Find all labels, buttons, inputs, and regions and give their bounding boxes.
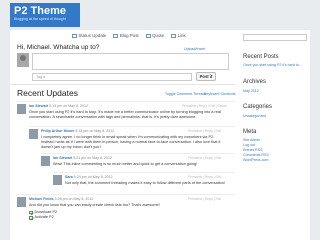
comment-author[interactable]: Ian Stewart xyxy=(53,156,72,160)
tab-label: Quote xyxy=(152,33,165,38)
tab-status-update[interactable]: Status Update xyxy=(72,33,106,38)
tag-input[interactable]: Tag it xyxy=(32,73,192,81)
post-time[interactable]: 5:28 pm on May 8, 2012 xyxy=(55,197,94,201)
comment-time[interactable]: 5:24 pm on May 8, 2012 xyxy=(74,175,113,179)
post-author[interactable]: Michael Fields xyxy=(29,197,54,201)
recent-posts-heading: Recent Posts xyxy=(243,54,279,60)
archives-heading: Archives xyxy=(243,79,267,85)
checklist-item-label: Activate P2 xyxy=(34,215,54,220)
post-textarea[interactable] xyxy=(32,53,229,70)
meta-link-comments-rss[interactable]: Comments RSS xyxy=(243,153,269,157)
tab-label: Blog Post xyxy=(119,33,139,38)
category-link[interactable]: Uncategorized xyxy=(243,114,266,118)
keyboard-shortcuts-link[interactable]: Keyboard Shortcuts xyxy=(204,92,236,96)
link-icon xyxy=(171,33,177,38)
tab-quote[interactable]: Quote xyxy=(145,33,165,38)
archive-link[interactable]: May 2012 xyxy=(243,89,259,93)
upload-insert-link[interactable]: Upload/Insert xyxy=(184,47,205,51)
site-header: P2 Theme Blogging at the speed of though… xyxy=(10,3,80,27)
divider xyxy=(53,172,235,173)
comment-meta: Ian Stewart 5:21 pm on May 8, 2012 xyxy=(53,156,112,160)
recent-updates-heading: Recent Updates xyxy=(17,88,78,98)
divider xyxy=(17,194,235,195)
post-meta: Michael Fields 5:28 pm on May 8, 2012 xyxy=(29,197,93,201)
meta-link-wordpress[interactable]: WordPress.com xyxy=(243,158,269,162)
comment-body: Not only that, the comment threading mak… xyxy=(65,181,225,185)
categories-heading: Categories xyxy=(243,104,273,110)
post-time[interactable]: 5:15 pm on May 8, 2012 xyxy=(49,104,88,108)
meta-link-log-out[interactable]: Log out xyxy=(243,143,255,147)
avatar xyxy=(17,197,26,207)
greeting-heading: Hi, Michael. Whatcha up to? xyxy=(17,44,100,51)
comment-body: I completely agree. I no longer think in… xyxy=(41,135,221,150)
comment-time[interactable]: 5:18 pm on May 8, 2012 xyxy=(75,129,114,133)
post-body: Once you start using P2 it's hard to sto… xyxy=(29,110,221,120)
comment-body: Wow! This inline commenting is so much b… xyxy=(53,162,198,166)
meta-heading: Meta xyxy=(243,129,257,135)
post-author[interactable]: Ian Stewart xyxy=(29,104,48,108)
comment-time[interactable]: 5:21 pm on May 8, 2012 xyxy=(73,156,112,160)
post-controls[interactable]: Permalink | Reply | Edit xyxy=(188,197,221,201)
comment-author[interactable]: Sara xyxy=(65,175,73,179)
post-it-button[interactable]: Post it xyxy=(196,72,216,81)
tab-link[interactable]: Link xyxy=(171,33,186,38)
avatar xyxy=(41,156,50,166)
tab-label: Link xyxy=(177,33,186,38)
post-meta: Ian Stewart 5:15 pm on May 8, 2012 xyxy=(29,104,88,108)
postbox: Status Update Blog Post Quote Link Hi, M… xyxy=(10,30,235,85)
avatar xyxy=(17,53,29,67)
blog-post-icon xyxy=(113,33,119,38)
comment-controls[interactable]: Permalink | Reply | Edit xyxy=(188,175,221,179)
comment-controls[interactable]: Permalink | Reply | Edit xyxy=(188,129,221,133)
post-body: And did you know that you can easily cre… xyxy=(29,203,160,207)
site-title[interactable]: P2 Theme xyxy=(14,5,76,17)
recent-post-link[interactable]: Once you start using P2 it's hard to... xyxy=(243,63,302,67)
divider xyxy=(17,101,235,102)
comment-controls[interactable]: Permalink | Reply | Edit xyxy=(188,156,221,160)
quote-icon xyxy=(145,33,151,38)
checkbox-checked-icon[interactable] xyxy=(29,216,33,220)
checklist-item[interactable]: Activate P2 xyxy=(29,215,234,220)
checkbox-checked-icon[interactable] xyxy=(29,210,33,215)
comment-author[interactable]: Philip Arthur Moore xyxy=(41,129,74,133)
meta-link-entries-rss[interactable]: Entries RSS xyxy=(243,148,263,152)
tab-label: Status Update xyxy=(78,33,107,38)
post-type-tabs: Status Update Blog Post Quote Link xyxy=(72,33,186,38)
comment-meta: Sara 5:24 pm on May 8, 2012 xyxy=(65,175,113,179)
checklist: Download P2 Activate P2 xyxy=(29,210,234,220)
site-description: Blogging at the speed of thought xyxy=(14,17,66,21)
post-controls[interactable]: Permalink | Reply | Edit | Delete xyxy=(182,104,227,108)
search-input[interactable] xyxy=(243,34,307,41)
avatar xyxy=(53,175,62,185)
tab-blog-post[interactable]: Blog Post xyxy=(113,33,139,38)
avatar xyxy=(29,129,38,139)
main-wrapper: Status Update Blog Post Quote Link Hi, M… xyxy=(10,30,310,240)
meta-link-site-admin[interactable]: Site Admin xyxy=(243,138,260,142)
toggle-comment-threads-link[interactable]: Toggle Comment Threads xyxy=(165,92,206,96)
divider xyxy=(41,153,235,154)
status-update-icon xyxy=(72,33,77,38)
comment-meta: Philip Arthur Moore 5:18 pm on May 8, 20… xyxy=(41,129,114,133)
avatar xyxy=(17,104,26,114)
divider xyxy=(29,126,235,127)
